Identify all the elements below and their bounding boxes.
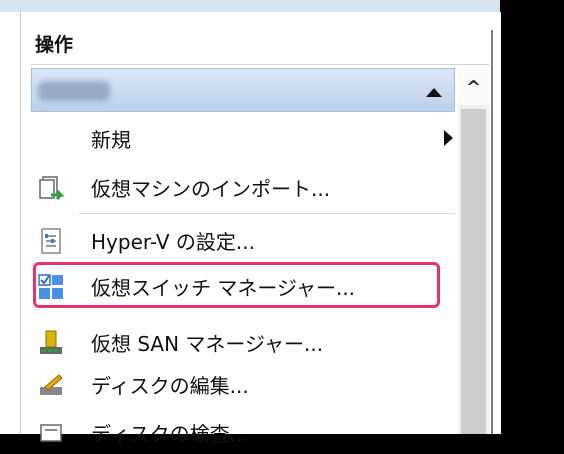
action-san-manager[interactable]: 仮想 SAN マネージャー... (31, 320, 455, 364)
header-divider (31, 64, 489, 65)
action-hyperv-settings[interactable]: Hyper-V の設定... (31, 218, 455, 262)
submenu-arrow-icon (444, 130, 453, 146)
panel-title: 操作 (35, 33, 74, 56)
scroll-up-button[interactable]: ^ (458, 69, 489, 105)
actions-panel: 操作 ^ 新規 仮想マシンのインポート... Hyper-V の設定... 仮想… (20, 12, 501, 446)
action-inspect-disk[interactable]: ディスクの検査... (31, 410, 455, 454)
action-edit-disk-label: ディスクの編集... (91, 373, 249, 398)
left-pane-edge (0, 12, 21, 434)
collapse-up-icon[interactable] (426, 88, 442, 97)
edit-disk-icon (40, 374, 63, 395)
highlight-annotation (33, 262, 440, 308)
settings-document-icon (41, 228, 61, 254)
action-san-manager-label: 仮想 SAN マネージャー... (91, 331, 324, 356)
inspect-disk-icon (40, 424, 62, 442)
section-header-bar[interactable] (31, 68, 455, 112)
vertical-scrollbar[interactable] (458, 105, 489, 434)
action-import-vm-label: 仮想マシンのインポート... (91, 176, 331, 201)
action-new-label: 新規 (91, 127, 131, 152)
blurred-server-name (38, 81, 110, 101)
action-hyperv-settings-label: Hyper-V の設定... (91, 229, 255, 254)
action-new[interactable]: 新規 (31, 116, 455, 160)
action-import-vm[interactable]: 仮想マシンのインポート... (31, 165, 455, 209)
action-edit-disk[interactable]: ディスクの編集... (31, 362, 455, 406)
scrollbar-thumb[interactable] (461, 109, 486, 434)
san-manager-icon (40, 330, 62, 354)
panel-right-border (491, 30, 493, 434)
import-vm-icon (39, 176, 65, 201)
chevron-up-icon: ^ (465, 76, 482, 98)
action-inspect-disk-label: ディスクの検査... (91, 421, 249, 446)
menu-divider (79, 213, 455, 214)
